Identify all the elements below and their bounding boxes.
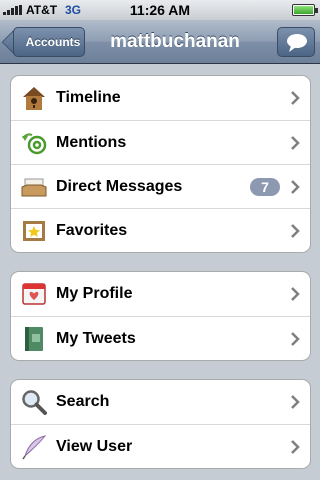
menu-item-direct-messages[interactable]: Direct Messages 7 <box>11 164 310 208</box>
menu-item-label: Timeline <box>56 89 121 106</box>
chevron-right-icon <box>291 224 300 238</box>
navigation-bar: Accounts mattbuchanan <box>0 20 320 64</box>
menu-item-favorites[interactable]: Favorites <box>11 208 310 252</box>
menu-group-search: Search View User <box>10 379 311 469</box>
menu-item-label: Search <box>56 393 110 410</box>
menu-item-timeline[interactable]: Timeline <box>11 76 310 120</box>
page-title: mattbuchanan <box>110 31 240 52</box>
chevron-right-icon <box>291 332 300 346</box>
menu-item-label: Favorites <box>56 222 128 239</box>
chevron-right-icon <box>291 180 300 194</box>
menu-group-main: Timeline Mentions Direct Messages 7 Favo… <box>10 75 311 253</box>
speech-bubble-icon <box>287 34 307 52</box>
menu-content: Timeline Mentions Direct Messages 7 Favo… <box>0 65 320 480</box>
menu-item-label: Mentions <box>56 134 127 151</box>
chevron-right-icon <box>291 440 300 454</box>
menu-item-label: View User <box>56 438 133 455</box>
notebook-icon <box>25 327 43 351</box>
menu-item-my-profile[interactable]: My Profile <box>11 272 310 316</box>
menu-group-profile: My Profile My Tweets <box>10 271 311 361</box>
quill-icon <box>22 435 47 460</box>
inbox-tray-icon <box>21 178 47 197</box>
menu-item-label: My Profile <box>56 285 133 302</box>
magnifier-icon <box>22 390 47 415</box>
unread-count-badge: 7 <box>250 178 280 196</box>
menu-item-search[interactable]: Search <box>11 380 310 424</box>
accounts-back-button[interactable]: Accounts <box>13 27 85 57</box>
status-bar: AT&T 3G 11:26 AM <box>0 0 320 20</box>
compose-button[interactable] <box>277 27 315 57</box>
profile-card-icon <box>22 283 46 305</box>
birdhouse-icon <box>23 87 45 110</box>
menu-item-label: Direct Messages <box>56 178 183 195</box>
menu-item-mentions[interactable]: Mentions <box>11 120 310 164</box>
chevron-right-icon <box>291 91 300 105</box>
menu-item-label: My Tweets <box>56 330 136 347</box>
battery-icon <box>292 4 318 16</box>
menu-item-view-user[interactable]: View User <box>11 424 310 468</box>
chevron-right-icon <box>291 287 300 301</box>
chevron-right-icon <box>291 136 300 150</box>
accounts-back-label: Accounts <box>13 27 85 57</box>
chevron-right-icon <box>291 395 300 409</box>
at-sign-icon <box>22 133 47 155</box>
clock: 11:26 AM <box>129 2 191 18</box>
menu-item-my-tweets[interactable]: My Tweets <box>11 316 310 360</box>
star-frame-icon <box>23 221 45 241</box>
